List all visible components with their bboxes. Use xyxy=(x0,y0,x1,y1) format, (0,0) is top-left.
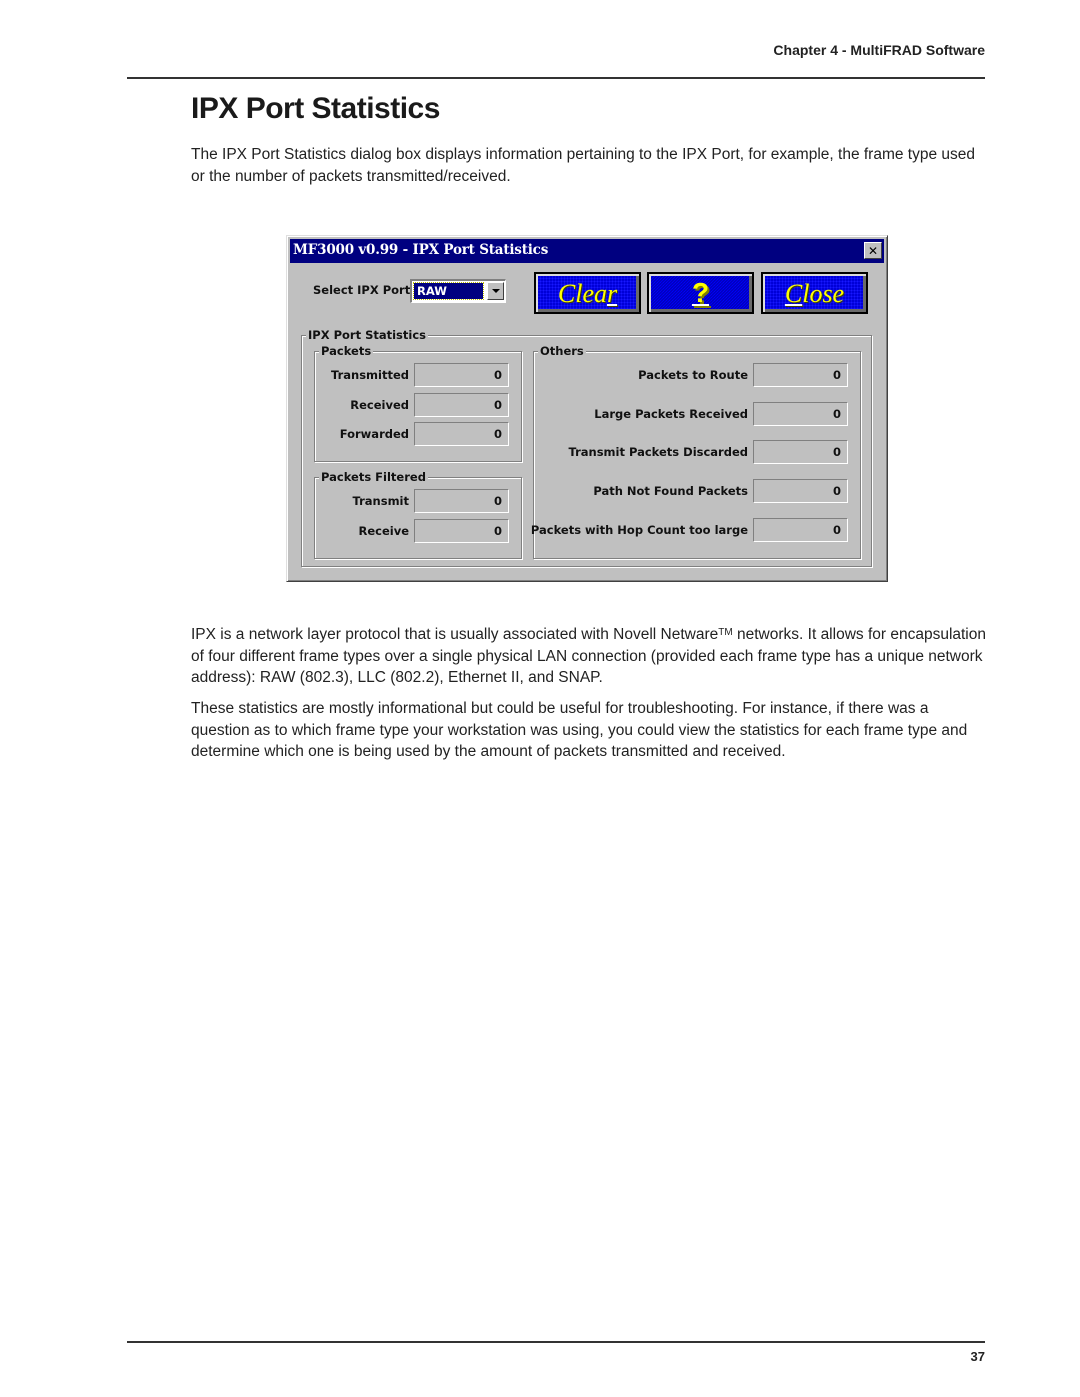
stat-row: Packets with Hop Count too large 0 xyxy=(530,518,860,542)
page-title: IPX Port Statistics xyxy=(191,92,440,125)
dialog-titlebar[interactable]: MF3000 v0.99 - IPX Port Statistics ✕ xyxy=(290,239,884,263)
packets-filtered-group-title: Packets Filtered xyxy=(319,470,428,484)
stat-label: Large Packets Received xyxy=(594,407,748,421)
help-button[interactable]: ? xyxy=(647,272,754,314)
stat-label: Transmit Packets Discarded xyxy=(568,445,749,459)
close-icon[interactable]: ✕ xyxy=(864,242,882,259)
stat-label: Forwarded xyxy=(339,427,409,441)
stat-row: Transmitted 0 xyxy=(315,363,521,387)
clear-button[interactable]: Clear xyxy=(534,272,641,314)
path-not-found-packets-value: 0 xyxy=(753,479,848,503)
stat-label: Transmit xyxy=(352,494,409,508)
stat-label: Received xyxy=(350,398,409,412)
stat-row: Packets to Route 0 xyxy=(534,363,860,387)
intro-paragraph: The IPX Port Statistics dialog box displ… xyxy=(191,146,976,185)
packets-to-route-value: 0 xyxy=(753,363,848,387)
forwarded-value: 0 xyxy=(414,422,509,446)
transmitted-value: 0 xyxy=(414,363,509,387)
filtered-receive-value: 0 xyxy=(414,519,509,543)
packets-filtered-group: Packets Filtered Transmit 0 Receive 0 xyxy=(314,470,522,559)
stat-row: Forwarded 0 xyxy=(315,422,521,446)
footer-rule xyxy=(127,1341,985,1343)
header-rule xyxy=(127,77,985,79)
close-button[interactable]: Close xyxy=(761,272,868,314)
stat-row: Received 0 xyxy=(315,393,521,417)
dialog-title: MF3000 v0.99 - IPX Port Statistics xyxy=(293,242,549,258)
ipx-port-select[interactable]: RAW xyxy=(410,279,506,303)
select-ipx-port-label: Select IPX Port xyxy=(313,283,411,297)
clear-label: Clea xyxy=(557,279,607,308)
packets-group-title: Packets xyxy=(319,344,374,358)
close-mnemonic: C xyxy=(784,279,803,308)
page-number: 37 xyxy=(970,1349,985,1364)
stat-row: Transmit Packets Discarded 0 xyxy=(534,440,860,464)
stat-label: Packets to Route xyxy=(638,368,748,382)
ipx-description-paragraph: IPX is a network layer protocol that is … xyxy=(191,622,991,689)
stat-row: Path Not Found Packets 0 xyxy=(534,479,860,503)
chevron-down-icon[interactable] xyxy=(487,282,504,300)
ipx-port-selected-value[interactable]: RAW xyxy=(413,282,484,300)
others-group: Others Packets to Route 0 Large Packets … xyxy=(530,344,861,559)
stat-row: Transmit 0 xyxy=(315,489,521,513)
stat-label: Path Not Found Packets xyxy=(593,484,748,498)
group-title: IPX Port Statistics xyxy=(306,328,429,342)
stat-label: Transmitted xyxy=(331,368,409,382)
clear-mnemonic: r xyxy=(606,279,618,308)
received-value: 0 xyxy=(414,393,509,417)
statistics-usage-paragraph: These statistics are mostly informationa… xyxy=(191,700,968,760)
others-group-title: Others xyxy=(538,344,586,358)
packets-group: Packets Transmitted 0 Received 0 Forward… xyxy=(314,344,522,462)
close-label: lose xyxy=(802,279,845,308)
trademark-mark: TM xyxy=(718,627,733,638)
stat-row: Receive 0 xyxy=(315,519,521,543)
running-head: Chapter 4 - MultiFRAD Software xyxy=(773,42,985,58)
ipx-port-statistics-group: IPX Port Statistics Packets Transmitted … xyxy=(301,328,872,567)
large-packets-received-value: 0 xyxy=(753,402,848,426)
stat-label: Receive xyxy=(358,524,409,538)
stat-row: Large Packets Received 0 xyxy=(534,402,860,426)
stat-label: Packets with Hop Count too large xyxy=(530,523,748,537)
para2-text: IPX is a network layer protocol that is … xyxy=(191,626,719,643)
hop-count-too-large-value: 0 xyxy=(753,518,848,542)
filtered-transmit-value: 0 xyxy=(414,489,509,513)
transmit-packets-discarded-value: 0 xyxy=(753,440,848,464)
ipx-port-statistics-dialog: MF3000 v0.99 - IPX Port Statistics ✕ Sel… xyxy=(286,235,888,582)
question-mark-icon: ? xyxy=(691,277,710,308)
